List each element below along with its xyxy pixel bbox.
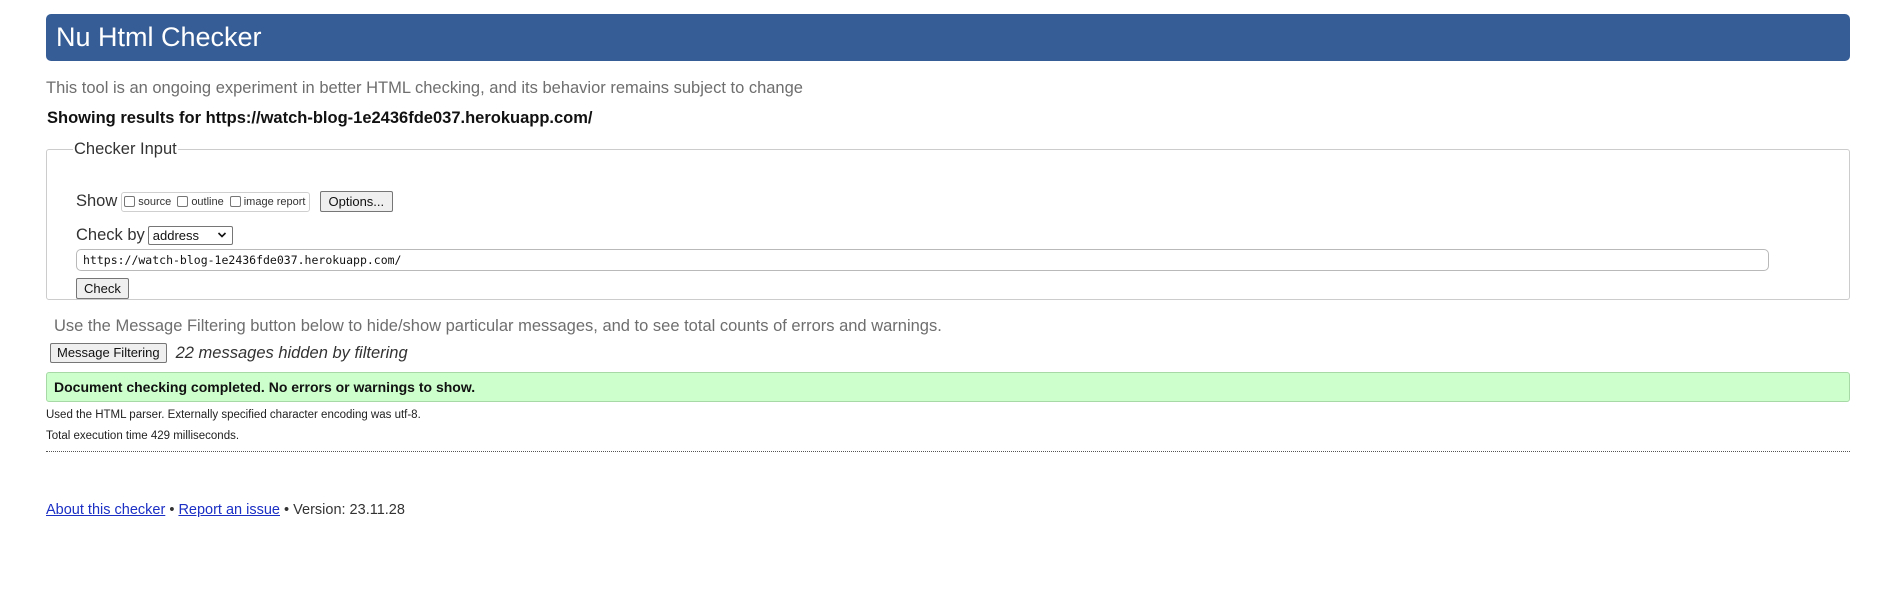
image-report-label: image report [243, 195, 306, 208]
check-by-selected-value: address [152, 228, 200, 243]
outline-label: outline [191, 195, 224, 208]
intro-text: This tool is an ongoing experiment in be… [46, 79, 803, 97]
checker-input-fieldset: Checker Input Show source outline image … [46, 140, 1850, 300]
check-button[interactable]: Check [76, 278, 129, 299]
image-report-checkbox[interactable] [229, 196, 241, 207]
show-options-group: source outline image report [121, 191, 310, 212]
source-checkbox[interactable] [124, 196, 136, 207]
checker-input-legend: Checker Input [74, 140, 177, 158]
page-title: Nu Html Checker [56, 22, 262, 52]
execution-time: Total execution time 429 milliseconds. [46, 430, 240, 442]
url-input[interactable]: https://watch-blog-1e2436fde037.herokuap… [76, 249, 1769, 271]
options-button[interactable]: Options... [319, 191, 394, 212]
about-checker-link[interactable]: About this checker [46, 502, 165, 518]
source-label: source [138, 195, 172, 208]
parser-info: Used the HTML parser. Externally specifi… [46, 409, 421, 421]
divider [46, 451, 1850, 452]
show-outline-option[interactable]: outline [177, 195, 224, 208]
hidden-messages-count: 22 messages hidden by filtering [175, 343, 408, 362]
header-bar: Nu Html Checker [46, 14, 1850, 61]
show-source-option[interactable]: source [124, 196, 171, 208]
check-by-row: Check by address [76, 226, 233, 245]
check-by-select[interactable]: address [147, 226, 233, 245]
filtering-hint: Use the Message Filtering button below t… [54, 317, 942, 335]
show-image-report-option[interactable]: image report [229, 195, 306, 208]
check-by-label: Check by [76, 226, 145, 244]
chevron-down-icon [217, 232, 226, 238]
footer: About this checker • Report an issue • V… [46, 502, 405, 518]
show-label: Show [76, 192, 118, 210]
footer-separator: • [169, 502, 175, 518]
showing-results-heading: Showing results for https://watch-blog-1… [47, 109, 593, 127]
message-filtering-button[interactable]: Message Filtering [50, 343, 167, 363]
show-row: Show source outline image report Options… [76, 191, 394, 212]
footer-separator: • [284, 502, 290, 518]
outline-checkbox[interactable] [177, 196, 189, 207]
success-message: Document checking completed. No errors o… [46, 372, 1850, 402]
filtering-row: Message Filtering 22 messages hidden by … [50, 343, 408, 363]
report-issue-link[interactable]: Report an issue [178, 502, 280, 518]
version-text: Version: 23.11.28 [293, 502, 405, 518]
